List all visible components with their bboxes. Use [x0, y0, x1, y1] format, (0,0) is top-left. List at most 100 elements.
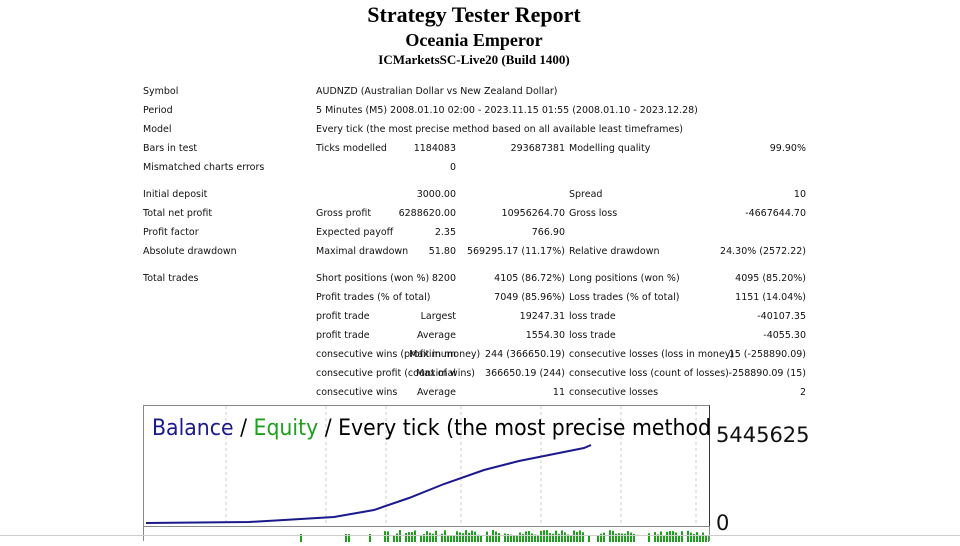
deal-bar [513, 535, 515, 542]
deal-bar [672, 531, 674, 542]
field-value: -4667644.70 [745, 208, 806, 219]
report-row: Total trades 8200 Short positions (won %) 4… [143, 273, 806, 289]
report-title: Strategy Tester Report [0, 2, 948, 28]
separator: / [234, 416, 254, 441]
field-label: consecutive wins [316, 387, 397, 398]
field-value: 2.35 [435, 227, 456, 238]
field-label: Spread [569, 189, 602, 200]
deal-bar [393, 536, 395, 542]
deal-bar [627, 531, 629, 542]
deal-bar [495, 531, 497, 542]
field-value: 4105 (86.72%) [494, 273, 565, 284]
field-value: 3000.00 [417, 189, 456, 200]
deal-bar [555, 531, 557, 542]
deal-bar [426, 531, 428, 542]
deals-volume-strip [143, 526, 710, 541]
field-value: 0 [450, 162, 456, 173]
report-row: Maximal consecutive profit (count of wins… [143, 368, 806, 384]
field-label: Gross profit [316, 208, 371, 219]
field-value: 15 (-258890.09) [729, 349, 806, 360]
deal-bar [525, 531, 527, 542]
model-label: Every tick (the most precise method [338, 416, 711, 441]
field-label: Period [143, 105, 173, 116]
field-value: 293687381 [511, 143, 565, 154]
field-label: Modelling quality [569, 143, 650, 154]
deal-bar [474, 532, 476, 542]
deal-bar [576, 532, 578, 542]
report-row: Profit factor 2.35 Expected payoff 766.90 [143, 227, 806, 243]
deal-bar [675, 532, 677, 542]
field-label: Relative drawdown [569, 246, 660, 257]
field-value: 51.80 [429, 246, 456, 257]
chart-title: Balance / Equity / Every tick (the most … [152, 416, 711, 441]
field-value: 766.90 [532, 227, 565, 238]
field-value: -4055.30 [763, 330, 806, 341]
deal-bar [489, 535, 491, 542]
field-value: 10956264.70 [502, 208, 565, 219]
deal-bar [588, 535, 590, 542]
field-label: Profit trades (% of total) [316, 292, 430, 303]
field-label: Symbol [143, 86, 178, 97]
deal-bar [543, 530, 545, 542]
deal-bar [561, 530, 563, 542]
deal-bar [444, 530, 446, 542]
field-label: Total trades [143, 273, 198, 284]
equity-legend: Equity [254, 416, 319, 441]
deal-bar [420, 535, 422, 542]
deal-bar [546, 530, 548, 542]
deal-bar [573, 530, 575, 542]
field-label: profit trade [316, 330, 370, 341]
deal-bar [411, 532, 413, 542]
deal-bar [456, 531, 458, 542]
deal-bar [384, 531, 386, 542]
field-label: Gross loss [569, 208, 617, 219]
field-label: loss trade [569, 311, 616, 322]
report-row: Mismatched charts errors 0 [143, 162, 806, 178]
deal-bar [597, 535, 599, 542]
report-row: Period 5 Minutes (M5) 2008.01.10 02:00 - … [143, 105, 806, 121]
field-label: Ticks modelled [316, 143, 387, 154]
deal-bar [471, 531, 473, 542]
field-value: 4095 (85.20%) [735, 273, 806, 284]
divider [0, 535, 960, 536]
deal-bar [492, 530, 494, 542]
deal-bar [450, 536, 452, 542]
deal-bar [528, 531, 530, 542]
deal-bar [663, 536, 665, 542]
field-label: Loss trades (% of total) [569, 292, 680, 303]
field-label: Short positions (won %) [316, 273, 429, 284]
deal-bar [708, 535, 709, 542]
field-value: 1151 (14.04%) [735, 292, 806, 303]
expert-name: Oceania Emperor [0, 30, 948, 51]
deal-bar [414, 530, 416, 542]
field-label: consecutive losses (loss in money) [569, 349, 734, 360]
field-value: -258890.09 (15) [729, 368, 806, 379]
field-label: consecutive wins (profit in money) [316, 349, 480, 360]
deal-bar [630, 533, 632, 542]
deal-bar [465, 530, 467, 542]
field-value: 7049 (85.96%) [494, 292, 565, 303]
field-value: Average [417, 330, 456, 341]
deal-bar [480, 535, 482, 542]
report-row: Model Every tick (the most precise method… [143, 124, 806, 140]
deal-bar [582, 532, 584, 542]
field-label: Mismatched charts errors [143, 162, 264, 173]
deal-bar [609, 530, 611, 542]
field-label: Bars in test [143, 143, 197, 154]
field-label: Maximal drawdown [316, 246, 408, 257]
deal-bar [669, 531, 671, 542]
field-label: Long positions (won %) [569, 273, 680, 284]
deal-bar [486, 532, 488, 542]
deal-bar [459, 532, 461, 542]
deal-bar [696, 532, 698, 542]
deal-bar [540, 531, 542, 542]
report-row: Profit trades (% of total) 7049 (85.96%) L… [143, 292, 806, 308]
deal-bar [666, 532, 668, 542]
balance-legend: Balance [152, 416, 234, 441]
deal-bar [687, 531, 689, 542]
deal-bar [408, 532, 410, 542]
deal-bar [681, 531, 683, 542]
report-row: Symbol AUDNZD (Australian Dollar vs New Z… [143, 86, 806, 102]
field-value: 24.30% (2572.22) [720, 246, 806, 257]
field-value: 10 [794, 189, 806, 200]
